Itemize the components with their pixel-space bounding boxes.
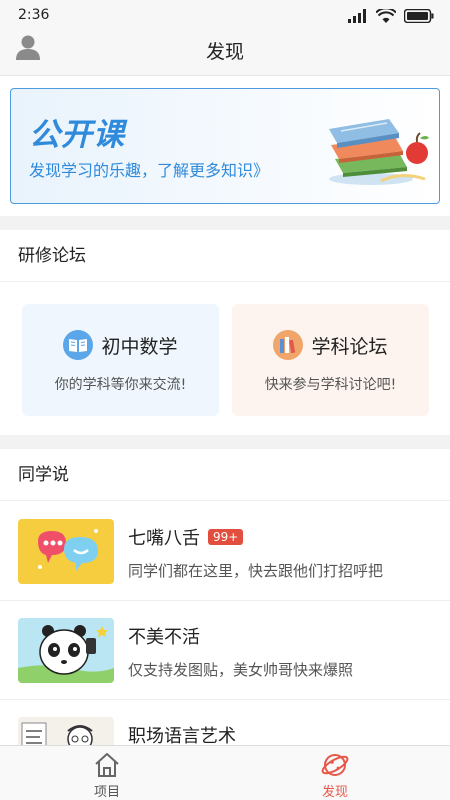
classmates-heading: 同学说: [0, 449, 450, 501]
forum-card-subject[interactable]: 学科论坛 快来参与学科讨论吧!: [232, 304, 429, 416]
banner-title: 公开课: [29, 117, 125, 153]
banner-subtitle: 发现学习的乐趣，了解更多知识》: [29, 161, 270, 180]
planet-icon: [321, 754, 349, 776]
forum-card-desc: 快来参与学科讨论吧!: [264, 377, 397, 393]
forum-card-math[interactable]: 初中数学 你的学科等你来交流!: [22, 304, 219, 416]
talk-title-row: 不美不活: [128, 623, 200, 649]
books-icon: [273, 330, 304, 360]
nav-item-discover[interactable]: 发现: [295, 751, 375, 800]
nav-label: 发现: [321, 785, 348, 800]
forum-card-title: 初中数学: [101, 335, 178, 358]
wifi-icon: [376, 8, 396, 23]
talk-desc: 仅支持发图贴，美女帅哥快来爆照: [128, 661, 354, 679]
forum-card-head: 学科论坛: [232, 330, 429, 360]
nav-item-project[interactable]: 项目: [67, 751, 147, 800]
status-time: 2:36: [18, 7, 50, 23]
forum-section: 研修论坛 初中数学 你的学科等你来交流! 学科论坛 快来参与学科讨论吧!: [0, 230, 450, 435]
forum-card-head: 初中数学: [22, 330, 219, 360]
talk-item-chatter[interactable]: 七嘴八舌 99+ 同学们都在这里，快去跟他们打招呼把: [0, 502, 450, 601]
forum-card-desc: 你的学科等你来交流!: [54, 377, 187, 393]
app-header: 发现: [0, 32, 450, 76]
open-course-banner[interactable]: 公开课 发现学习的乐趣，了解更多知识》: [10, 88, 440, 204]
panda-thumbnail: [18, 618, 114, 683]
forum-heading: 研修论坛: [0, 230, 450, 282]
book-icon: [63, 330, 94, 360]
books-apple-illustration: [329, 119, 429, 185]
battery-icon: [404, 9, 434, 23]
home-icon: [95, 753, 119, 777]
signal-icon: [348, 9, 366, 23]
talk-title: 七嘴八舌: [128, 528, 200, 549]
chat-bubbles-thumbnail: [18, 519, 114, 584]
status-bar: 2:36: [0, 0, 450, 32]
forum-cards: 初中数学 你的学科等你来交流! 学科论坛 快来参与学科讨论吧!: [22, 304, 430, 416]
talk-desc: 同学们都在这里，快去跟他们打招呼把: [128, 562, 384, 580]
talk-title-row: 七嘴八舌 99+: [128, 524, 244, 550]
bottom-nav: 项目 发现: [0, 745, 450, 800]
talk-item-selfie[interactable]: 不美不活 仅支持发图贴，美女帅哥快来爆照: [0, 601, 450, 700]
talk-title: 不美不活: [128, 627, 200, 648]
status-icons: [348, 8, 434, 24]
unread-badge: 99+: [208, 529, 244, 545]
page-title: 发现: [205, 41, 244, 63]
banner-section: 公开课 发现学习的乐趣，了解更多知识》: [0, 76, 450, 216]
nav-label: 项目: [93, 785, 120, 800]
classmates-section: 同学说 七嘴八舌 99+ 同学们都在这里，快去跟他们打招呼把 不美不活 仅支持发…: [0, 449, 450, 799]
forum-card-title: 学科论坛: [311, 335, 388, 358]
